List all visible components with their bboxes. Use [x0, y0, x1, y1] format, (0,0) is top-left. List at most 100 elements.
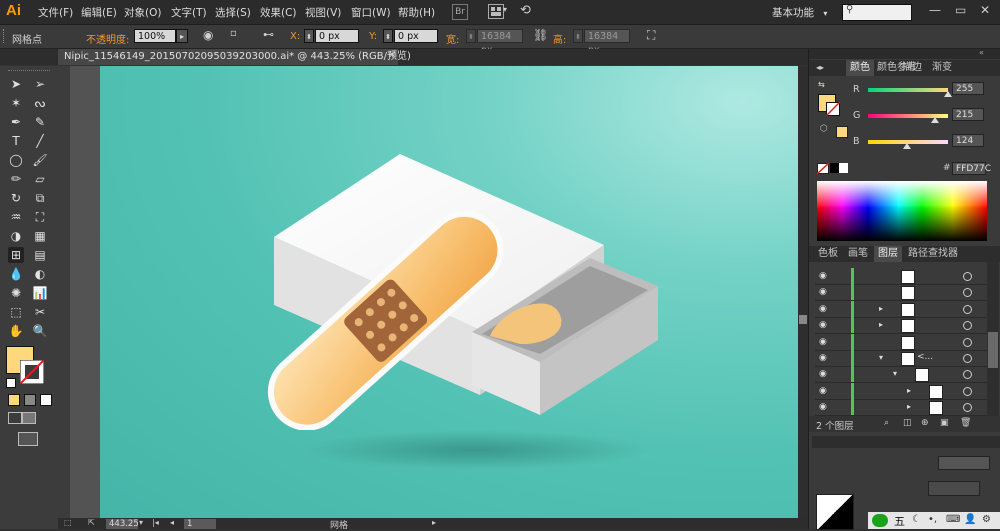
height-field[interactable]: 16384 px	[584, 29, 630, 56]
expand-triangle-icon[interactable]: ▸	[879, 320, 883, 329]
visibility-eye-icon[interactable]: ◉	[819, 304, 827, 314]
visibility-eye-icon[interactable]: ◉	[819, 337, 827, 347]
grip-icon[interactable]	[3, 29, 6, 43]
zoom-field[interactable]: 443.25	[106, 519, 139, 529]
target-circle-icon[interactable]	[963, 403, 972, 413]
web-safe-swatch[interactable]	[836, 126, 848, 138]
expand-triangle-icon[interactable]: ▸	[879, 304, 883, 313]
layer-row[interactable]: ◉ ▾ <...	[815, 350, 987, 367]
target-circle-icon[interactable]	[963, 321, 972, 331]
release-button[interactable]	[928, 481, 980, 496]
page-field[interactable]: 1	[184, 519, 216, 529]
menu-type[interactable]: 文字(T)	[171, 5, 207, 20]
rotate-tool-icon[interactable]: ↻	[8, 190, 24, 206]
target-circle-icon[interactable]	[963, 272, 972, 281]
draw-behind-icon[interactable]	[22, 412, 36, 424]
stroke-color-swatch[interactable]	[20, 360, 44, 384]
tab-swatches[interactable]: 色板	[814, 246, 842, 262]
draw-mode-icon[interactable]	[8, 412, 22, 424]
y-field[interactable]: 0 px	[394, 29, 438, 43]
tab-color[interactable]: 颜色	[846, 60, 874, 76]
share-icon[interactable]: ⇱	[88, 518, 100, 528]
color-spectrum[interactable]	[817, 181, 987, 241]
new-sublayer-icon[interactable]: ⊕	[921, 418, 929, 428]
gpu-performance-icon[interactable]: ⟲	[520, 3, 531, 18]
minimize-button[interactable]: —	[929, 3, 941, 17]
prev-page-icon[interactable]: ◂	[170, 518, 174, 527]
layer-name[interactable]: <...	[917, 352, 933, 362]
chevron-down-icon[interactable]: ▾	[503, 5, 507, 14]
target-circle-icon[interactable]	[963, 386, 972, 396]
eyedropper-icon[interactable]: 💧	[8, 266, 24, 282]
blend-tool-icon[interactable]: ◐	[32, 266, 48, 282]
green-value-field[interactable]: 215	[952, 108, 984, 121]
ime-logo-icon[interactable]	[872, 514, 888, 527]
menu-select[interactable]: 选择(S)	[215, 5, 251, 20]
menu-object[interactable]: 对象(O)	[124, 5, 161, 20]
pen-tool-icon[interactable]: ✒	[8, 114, 24, 130]
artboard-nav-icon[interactable]: ⬚	[64, 518, 76, 528]
punctuation-icon[interactable]: •,	[928, 514, 937, 525]
gradient-mode-icon[interactable]	[24, 394, 36, 406]
shape-builder-icon[interactable]: ◑	[8, 228, 24, 244]
symbol-sprayer-icon[interactable]: ✺	[8, 285, 24, 301]
layer-row[interactable]: ◉	[815, 284, 987, 302]
screen-mode-icon[interactable]	[18, 432, 38, 446]
chevron-right-icon[interactable]: ▸	[176, 29, 188, 43]
settings-icon[interactable]: ⚙	[982, 514, 991, 525]
visibility-eye-icon[interactable]: ◉	[819, 271, 827, 281]
status-menu-icon[interactable]: ▸	[432, 518, 436, 527]
x-stepper[interactable]: ⬍	[304, 29, 314, 43]
bridge-icon[interactable]: Br	[452, 4, 468, 20]
layer-row[interactable]: ◉	[815, 268, 987, 285]
close-tab-icon[interactable]: ✕	[388, 50, 396, 61]
menu-effect[interactable]: 效果(C)	[260, 5, 297, 20]
delete-layer-icon[interactable]: 🗑	[960, 418, 971, 428]
gradient-tool-icon[interactable]: ▤	[32, 247, 48, 263]
opacity-field[interactable]: 100%	[134, 29, 176, 43]
blue-value-field[interactable]: 124	[952, 134, 984, 147]
none-mode-icon[interactable]	[40, 394, 52, 406]
menu-edit[interactable]: 编辑(E)	[81, 5, 117, 20]
color-mode-icon[interactable]	[8, 394, 20, 406]
red-value-field[interactable]: 255	[952, 82, 984, 95]
collapse-icon[interactable]: «	[979, 48, 984, 57]
curvature-tool-icon[interactable]: ✎	[32, 114, 48, 130]
locate-object-icon[interactable]: ⌕	[884, 418, 889, 428]
collapse-triangle-icon[interactable]: ▾	[879, 353, 883, 362]
tab-brushes[interactable]: 画笔	[844, 246, 872, 262]
bandage-box-illustration[interactable]	[250, 140, 670, 430]
visibility-eye-icon[interactable]: ◉	[819, 287, 827, 297]
menu-window[interactable]: 窗口(W)	[351, 5, 391, 20]
tab-stroke[interactable]: 描边	[898, 60, 926, 76]
target-circle-icon[interactable]	[963, 337, 972, 347]
menu-help[interactable]: 帮助(H)	[398, 5, 435, 20]
chevron-down-icon[interactable]: ▾	[139, 518, 143, 527]
transform-icon[interactable]: ⛶	[647, 28, 655, 43]
target-circle-icon[interactable]	[963, 354, 972, 363]
visibility-eye-icon[interactable]: ◉	[819, 320, 827, 330]
vertical-scroll-thumb[interactable]	[799, 315, 807, 324]
green-slider-thumb[interactable]	[931, 117, 940, 123]
status-mode[interactable]: 网格	[330, 518, 348, 531]
magic-wand-icon[interactable]: ✶	[8, 95, 24, 111]
direct-selection-tool-icon[interactable]: ➢	[32, 76, 48, 92]
vertical-scrollbar[interactable]	[798, 66, 808, 518]
keyboard-icon[interactable]: ⌨	[946, 514, 960, 525]
first-page-icon[interactable]: |◂	[152, 518, 159, 527]
tab-layers[interactable]: 图层	[874, 246, 902, 262]
opacity-panel-field[interactable]	[938, 456, 990, 470]
black-swatch[interactable]	[830, 163, 839, 173]
column-graph-icon[interactable]: 📊	[32, 285, 48, 301]
red-slider[interactable]	[868, 88, 948, 92]
tab-pathfinder[interactable]: 路径查找器	[904, 246, 962, 262]
eraser-icon[interactable]: ▱	[32, 171, 48, 187]
tab-gradient[interactable]: 渐变	[928, 60, 956, 76]
layers-scroll-thumb[interactable]	[988, 332, 998, 368]
none-swatch[interactable]	[817, 163, 829, 174]
panel-stroke-swatch[interactable]	[826, 102, 840, 116]
anchor-point-icon[interactable]: ⊷	[263, 28, 274, 41]
line-tool-icon[interactable]: ╱	[32, 133, 48, 149]
visibility-eye-icon[interactable]: ◉	[819, 369, 827, 379]
hex-field[interactable]: FFD77C	[952, 162, 991, 175]
